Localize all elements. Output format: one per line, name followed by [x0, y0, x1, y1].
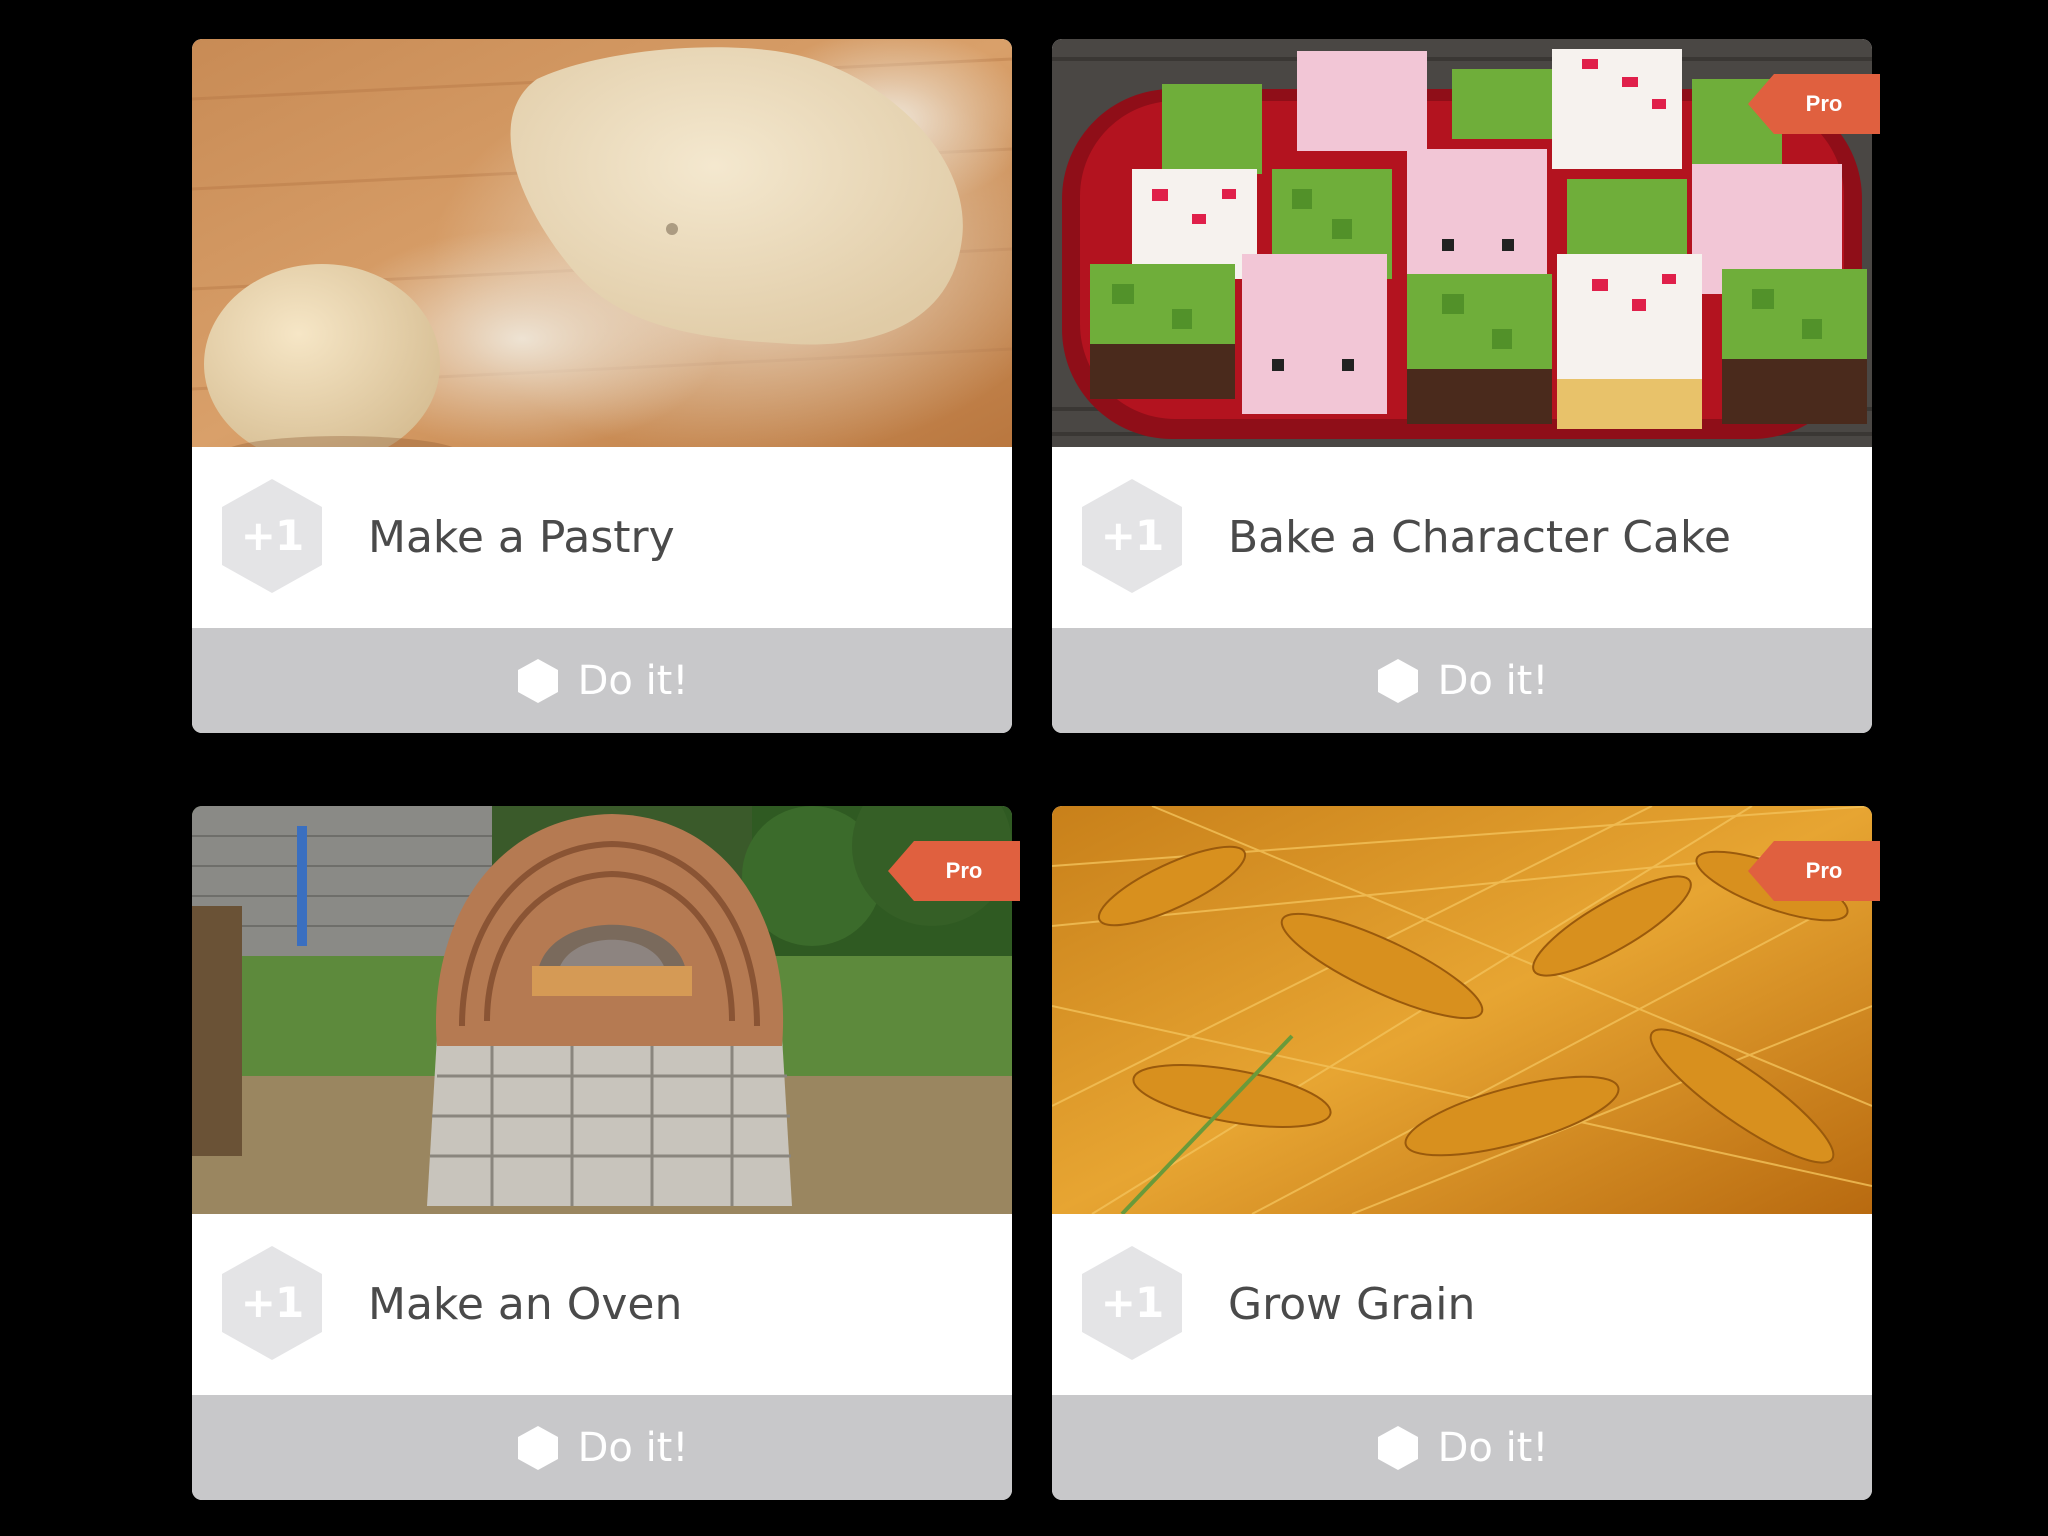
do-it-label: Do it!	[577, 1424, 689, 1471]
points-badge-label: +1	[1100, 511, 1164, 560]
activity-card-make-a-pastry[interactable]: +1 Make a Pastry Do it!	[192, 39, 1012, 733]
pastry-dough-photo	[192, 39, 1012, 447]
points-badge: +1	[1080, 1244, 1184, 1362]
points-badge-label: +1	[1100, 1278, 1164, 1327]
card-info: +1 Grow Grain	[1052, 1214, 1872, 1395]
card-info: +1 Make an Oven	[192, 1214, 1012, 1395]
activity-card-bake-a-character-cake[interactable]: +1 Bake a Character Cake Do it! Pro	[1052, 39, 1880, 733]
activity-title: Grow Grain	[1228, 1279, 1476, 1330]
hexagon-icon	[517, 1425, 558, 1470]
points-badge: +1	[1080, 477, 1184, 595]
activity-title: Make an Oven	[368, 1279, 683, 1330]
card-info: +1 Bake a Character Cake	[1052, 447, 1872, 628]
do-it-label: Do it!	[577, 657, 689, 704]
hexagon-icon	[1377, 658, 1418, 703]
hexagon-icon	[517, 658, 558, 703]
pro-tag: Pro	[1748, 841, 1880, 901]
points-badge-label: +1	[240, 1278, 304, 1327]
card-info: +1 Make a Pastry	[192, 447, 1012, 628]
points-badge: +1	[220, 477, 324, 595]
pro-tag-label: Pro	[945, 858, 983, 883]
activity-title: Make a Pastry	[368, 512, 675, 563]
do-it-label: Do it!	[1437, 657, 1549, 704]
points-badge: +1	[220, 1244, 324, 1362]
activity-card-make-an-oven[interactable]: +1 Make an Oven Do it! Pro	[192, 806, 1020, 1500]
do-it-button[interactable]: Do it!	[1052, 628, 1872, 733]
do-it-button[interactable]: Do it!	[192, 1395, 1012, 1500]
pro-tag: Pro	[1748, 74, 1880, 134]
activity-grid: +1 Make a Pastry Do it! +1 Bake a Charac…	[0, 0, 2048, 1536]
pro-tag-label: Pro	[1805, 858, 1843, 883]
pro-tag-label: Pro	[1805, 91, 1843, 116]
activity-card-grow-grain[interactable]: +1 Grow Grain Do it! Pro	[1052, 806, 1880, 1500]
do-it-button[interactable]: Do it!	[192, 628, 1012, 733]
do-it-label: Do it!	[1437, 1424, 1549, 1471]
pro-tag: Pro	[888, 841, 1020, 901]
activity-title: Bake a Character Cake	[1228, 512, 1731, 563]
points-badge-label: +1	[240, 511, 304, 560]
hexagon-icon	[1377, 1425, 1418, 1470]
do-it-button[interactable]: Do it!	[1052, 1395, 1872, 1500]
